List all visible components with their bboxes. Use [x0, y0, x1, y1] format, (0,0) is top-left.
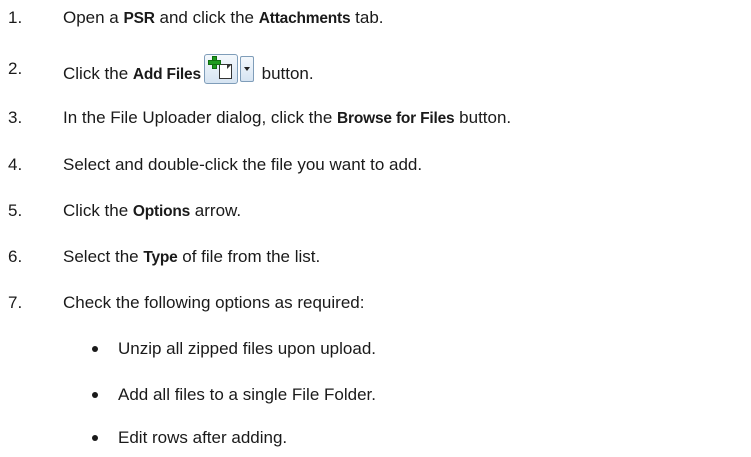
step-number: 6. — [8, 247, 23, 266]
bullet-icon — [92, 392, 98, 398]
step-number: 3. — [8, 108, 23, 127]
bullet-icon — [92, 346, 98, 352]
option-item: Edit rows after adding. — [0, 423, 751, 453]
keyword-attachments: Attachments — [258, 10, 351, 27]
document-icon — [218, 63, 233, 79]
step-number: 7. — [8, 293, 23, 312]
step-text: Select the Type of file from the list. — [63, 247, 321, 266]
add-files-button-image — [203, 54, 255, 88]
option-text: Edit rows after adding. — [118, 428, 288, 447]
keyword-browse-for-files: Browse for Files — [337, 110, 455, 127]
step-number: 1. — [8, 8, 23, 27]
keyword-add-files: Add Files — [132, 66, 201, 83]
step-number: 5. — [8, 201, 23, 220]
step-number: 2. — [8, 59, 23, 78]
keyword-options: Options — [132, 203, 191, 220]
option-text: Unzip all zipped files upon upload. — [118, 339, 377, 358]
plus-icon — [207, 56, 221, 69]
chevron-down-icon — [239, 56, 254, 82]
option-item: Add all files to a single File Folder. — [0, 380, 751, 410]
step-3: 3. In the File Uploader dialog, click th… — [0, 103, 751, 133]
step-5: 5. Click the Options arrow. — [0, 196, 751, 226]
step-6: 6. Select the Type of file from the list… — [0, 242, 751, 272]
step-text: Open a PSR and click the Attachments tab… — [63, 8, 384, 27]
option-text: Add all files to a single File Folder. — [118, 385, 376, 404]
step-2: 2. Click the Add Files button. — [0, 54, 751, 84]
step-text: Select and double-click the file you wan… — [63, 155, 423, 174]
keyword-type: Type — [143, 249, 178, 266]
keyword-psr: PSR — [123, 10, 155, 27]
step-4: 4. Select and double-click the file you … — [0, 150, 751, 180]
step-text: Check the following options as required: — [63, 293, 365, 312]
step-text: Click the Options arrow. — [63, 201, 242, 220]
option-item: Unzip all zipped files upon upload. — [0, 334, 751, 364]
step-7: 7. Check the following options as requir… — [0, 288, 751, 318]
step-1: 1. Open a PSR and click the Attachments … — [0, 3, 751, 33]
instruction-steps: 1. Open a PSR and click the Attachments … — [0, 0, 751, 457]
step-text: Click the Add Files button. — [63, 54, 314, 90]
step-number: 4. — [8, 155, 23, 174]
add-file-icon — [203, 54, 238, 84]
step-text: In the File Uploader dialog, click the B… — [63, 108, 512, 127]
bullet-icon — [92, 435, 98, 441]
